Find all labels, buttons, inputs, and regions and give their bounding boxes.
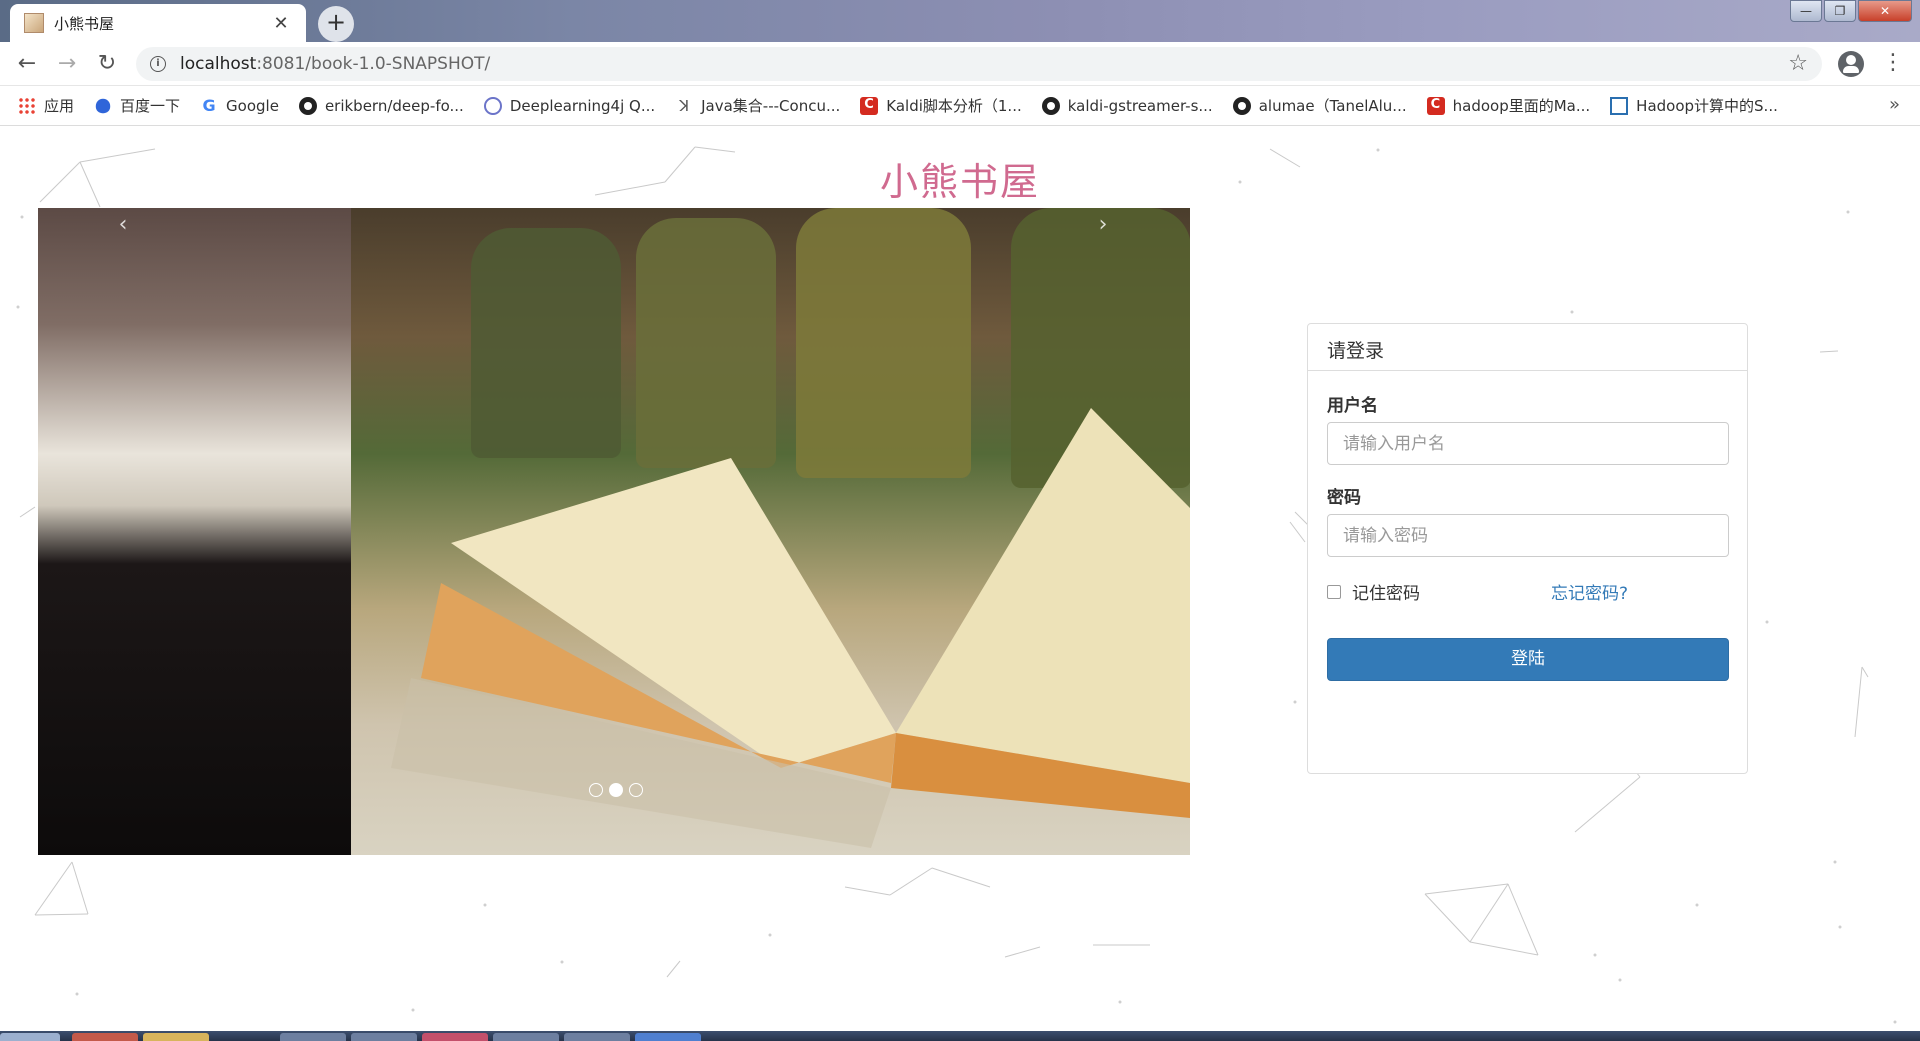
carousel-indicator[interactable] bbox=[629, 783, 643, 797]
bookmark-label: alumae（TanelAlu... bbox=[1258, 97, 1407, 115]
chart-icon bbox=[1610, 96, 1629, 115]
bookmark-label: hadoop里面的Ma... bbox=[1452, 97, 1591, 115]
bookmark-google[interactable]: G Google bbox=[200, 95, 279, 115]
bookmarks-overflow-icon[interactable]: » bbox=[1889, 94, 1900, 115]
login-heading: 请登录 bbox=[1308, 324, 1747, 371]
taskbar-app[interactable] bbox=[143, 1033, 209, 1041]
bookmarks-bar: 应用 百度一下 G Google erikbern/deep-fo... Deep… bbox=[0, 86, 1920, 126]
username-label: 用户名 bbox=[1327, 396, 1378, 416]
start-button[interactable] bbox=[0, 1033, 60, 1041]
username-input[interactable] bbox=[1327, 422, 1729, 465]
github-icon bbox=[1041, 96, 1060, 115]
bookmark-label: Deeplearning4j Q... bbox=[509, 96, 656, 115]
bookmark-deeplearning4j[interactable]: Deeplearning4j Q... bbox=[483, 96, 656, 115]
google-icon: G bbox=[202, 95, 216, 115]
bookmark-alumae[interactable]: alumae（TanelAlu... bbox=[1232, 95, 1407, 116]
browser-menu-icon[interactable]: ⋮ bbox=[1882, 50, 1904, 75]
bookmark-java[interactable]: ꓘ Java集合---Concu... bbox=[675, 95, 840, 116]
address-bar[interactable]: i localhost:8081/book-1.0-SNAPSHOT/ ☆ bbox=[136, 47, 1822, 81]
minimize-button[interactable]: — bbox=[1790, 0, 1822, 22]
remember-password-label: 记住密码 bbox=[1352, 584, 1420, 604]
image-carousel[interactable]: ‹ › bbox=[38, 208, 1190, 855]
back-arrow-icon[interactable]: ← bbox=[12, 49, 42, 79]
carousel-indicators bbox=[589, 783, 643, 797]
csdn-icon bbox=[1426, 96, 1445, 115]
taskbar-app[interactable] bbox=[72, 1033, 138, 1041]
bookmark-label: erikbern/deep-fo... bbox=[324, 96, 464, 115]
os-taskbar bbox=[0, 1031, 1920, 1041]
bookmark-kaldi-gstreamer[interactable]: kaldi-gstreamer-s... bbox=[1041, 96, 1213, 115]
site-title: 小熊书屋 bbox=[879, 160, 1040, 204]
github-icon bbox=[1232, 96, 1251, 115]
url-path: :8081/book-1.0-SNAPSHOT/ bbox=[256, 54, 491, 74]
bookmark-star-icon[interactable]: ☆ bbox=[1788, 51, 1808, 76]
csdn-icon bbox=[860, 96, 879, 115]
taskbar-app[interactable] bbox=[280, 1033, 346, 1041]
bookmark-kaldi-script[interactable]: Kaldi脚本分析（1... bbox=[860, 95, 1022, 116]
carousel-indicator[interactable] bbox=[589, 783, 603, 797]
tab-favicon-icon bbox=[24, 13, 44, 33]
bookmark-label: Google bbox=[226, 96, 279, 115]
password-input[interactable] bbox=[1327, 514, 1729, 557]
bookmark-hadoop-ma[interactable]: hadoop里面的Ma... bbox=[1426, 95, 1591, 116]
carousel-indicator-active[interactable] bbox=[609, 783, 623, 797]
browser-toolbar: ← → ↻ i localhost:8081/book-1.0-SNAPSHOT… bbox=[0, 42, 1920, 86]
taskbar-app[interactable] bbox=[493, 1033, 559, 1041]
bookmark-apps[interactable]: 应用 bbox=[18, 95, 74, 116]
carousel-active-slide-image bbox=[351, 208, 1190, 855]
restore-button[interactable]: ❐ bbox=[1824, 0, 1856, 22]
carousel-prev-slide-image bbox=[38, 208, 351, 855]
window-close-button[interactable]: ✕ bbox=[1858, 0, 1912, 22]
bookmark-label: 应用 bbox=[44, 97, 75, 115]
open-book-illustration bbox=[391, 408, 1190, 848]
url-host: localhost bbox=[180, 54, 257, 74]
profile-avatar-icon[interactable] bbox=[1838, 51, 1864, 77]
remember-password: 记住密码 bbox=[1327, 579, 1420, 604]
bookmark-label: Hadoop计算中的S... bbox=[1636, 97, 1778, 115]
forward-arrow-icon[interactable]: → bbox=[52, 49, 82, 79]
window-controls: — ❐ ✕ bbox=[1788, 0, 1912, 22]
taskbar-app[interactable] bbox=[564, 1033, 630, 1041]
bookmark-baidu[interactable]: 百度一下 bbox=[94, 95, 180, 116]
apps-icon bbox=[18, 96, 36, 115]
bookmark-erikbern[interactable]: erikbern/deep-fo... bbox=[298, 96, 464, 115]
page-body: 小熊书屋 ‹ › 请登录 用户名 密码 bbox=[0, 127, 1920, 1031]
forgot-password-link[interactable]: 忘记密码? bbox=[1551, 579, 1628, 604]
taskbar-app[interactable] bbox=[351, 1033, 417, 1041]
bookmark-hadoop-s[interactable]: Hadoop计算中的S... bbox=[1610, 95, 1778, 116]
site-info-icon[interactable]: i bbox=[150, 56, 166, 72]
tab-close-icon[interactable]: ✕ bbox=[270, 13, 292, 34]
baidu-paw-icon bbox=[95, 98, 111, 113]
atom-icon bbox=[483, 96, 502, 115]
remember-password-checkbox[interactable] bbox=[1327, 584, 1341, 599]
carousel-next-icon[interactable]: › bbox=[1088, 212, 1118, 237]
bookmark-label: Kaldi脚本分析（1... bbox=[886, 97, 1022, 115]
new-tab-button[interactable]: + bbox=[318, 6, 354, 42]
tab-title: 小熊书屋 bbox=[54, 14, 115, 33]
jianshu-icon: ꓘ bbox=[679, 96, 690, 115]
login-panel: 请登录 用户名 密码 记住密码 忘记密码? 登陆 bbox=[1307, 323, 1748, 774]
password-label: 密码 bbox=[1327, 488, 1361, 508]
taskbar-app[interactable] bbox=[635, 1033, 701, 1041]
browser-tab[interactable]: 小熊书屋 ✕ bbox=[10, 4, 306, 42]
bookmark-label: kaldi-gstreamer-s... bbox=[1067, 96, 1213, 115]
browser-titlebar: 小熊书屋 ✕ + — ❐ ✕ bbox=[0, 0, 1920, 42]
bookmark-label: 百度一下 bbox=[120, 97, 181, 115]
login-button[interactable]: 登陆 bbox=[1327, 638, 1729, 681]
taskbar-app[interactable] bbox=[422, 1033, 488, 1041]
github-icon bbox=[298, 96, 317, 115]
bookmark-label: Java集合---Concu... bbox=[701, 97, 841, 115]
carousel-prev-icon[interactable]: ‹ bbox=[108, 212, 138, 237]
reload-icon[interactable]: ↻ bbox=[92, 49, 122, 79]
